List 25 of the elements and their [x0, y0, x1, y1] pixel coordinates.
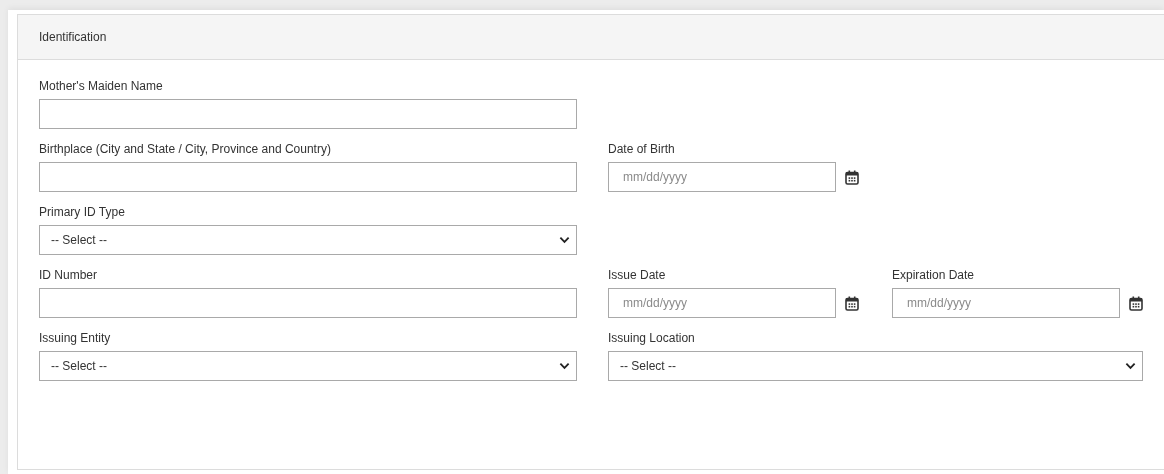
text-field[interactable] — [39, 99, 577, 129]
field-label: ID Number — [39, 268, 97, 282]
date-field[interactable]: mm/dd/yyyy — [892, 288, 1120, 318]
calendar-icon[interactable] — [1129, 295, 1143, 311]
panel-title: Identification — [39, 30, 107, 44]
field-label: Issuing Entity — [39, 331, 111, 345]
select-dropdown[interactable]: -- Select -- — [39, 351, 577, 381]
chevron-down-icon — [1125, 362, 1136, 370]
text-field[interactable] — [39, 162, 577, 192]
date-field[interactable]: mm/dd/yyyy — [608, 162, 836, 192]
field-label: Expiration Date — [892, 268, 975, 282]
chevron-down-icon — [559, 362, 570, 370]
date-field[interactable]: mm/dd/yyyy — [608, 288, 836, 318]
select-dropdown[interactable]: -- Select -- — [39, 225, 577, 255]
field-label: Issue Date — [608, 268, 666, 282]
select-dropdown[interactable]: -- Select -- — [608, 351, 1143, 381]
field-label: Mother's Maiden Name — [39, 79, 163, 93]
field-label: Primary ID Type — [39, 205, 125, 219]
calendar-icon[interactable] — [845, 169, 859, 185]
text-field[interactable] — [39, 288, 577, 318]
chevron-down-icon — [559, 236, 570, 244]
field-label: Issuing Location — [608, 331, 695, 345]
field-label: Date of Birth — [608, 142, 675, 156]
calendar-icon[interactable] — [845, 295, 859, 311]
field-label: Birthplace (City and State / City, Province and Country) — [39, 142, 331, 156]
